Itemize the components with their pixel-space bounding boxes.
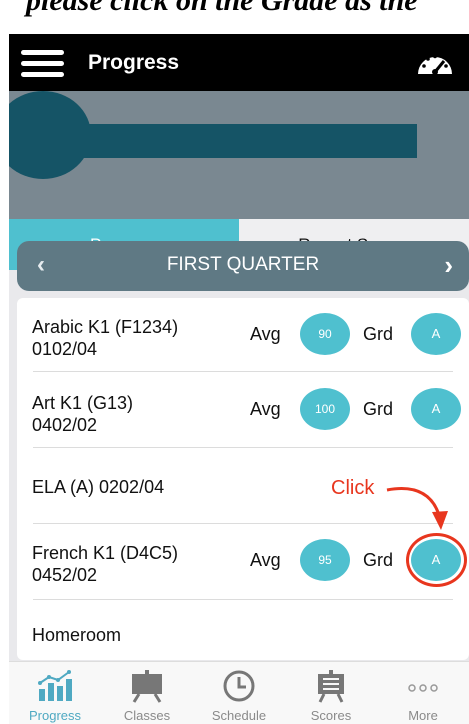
top-bar: Progress bbox=[9, 34, 469, 91]
chevron-right-icon[interactable]: › bbox=[444, 250, 453, 281]
list-item[interactable]: Art K1 (G13) 0402/02 Avg 100 Grd A bbox=[17, 372, 469, 448]
hamburger-icon[interactable] bbox=[21, 50, 64, 77]
nav-label: Schedule bbox=[211, 708, 267, 723]
avg-label: Avg bbox=[250, 399, 281, 419]
student-name-redacted bbox=[9, 124, 417, 158]
bar-chart-icon bbox=[38, 670, 72, 701]
bottom-nav: Progress Classes Schedule Scores More bbox=[9, 661, 469, 724]
scoreboard-icon bbox=[318, 670, 344, 703]
clock-icon bbox=[223, 670, 255, 702]
grd-label: Grd bbox=[363, 550, 394, 570]
avg-badge: 90 bbox=[300, 313, 350, 355]
course-name: Homeroom bbox=[32, 625, 122, 645]
nav-label: More bbox=[408, 708, 438, 723]
course-name: ELA (A) 0202/04 bbox=[32, 477, 165, 497]
nav-classes[interactable]: Classes bbox=[101, 662, 193, 724]
quarter-label: FIRST QUARTER bbox=[166, 254, 320, 275]
more-dots-icon bbox=[408, 684, 438, 692]
avg-label: Avg bbox=[250, 324, 281, 344]
nav-scores[interactable]: Scores bbox=[285, 662, 377, 724]
avg-badge: 95 bbox=[300, 539, 350, 581]
click-annotation: Click bbox=[331, 477, 375, 499]
nav-label: Progress bbox=[28, 708, 82, 723]
speedometer-icon[interactable] bbox=[415, 48, 455, 78]
course-name: Art K1 (G13) bbox=[32, 393, 134, 413]
avg-badge: 100 bbox=[300, 388, 350, 430]
instruction-caption: please click on the Grade as the bbox=[0, 0, 469, 34]
nav-schedule[interactable]: Schedule bbox=[193, 662, 285, 724]
nav-more[interactable]: More bbox=[377, 662, 469, 724]
course-name: Arabic K1 (F1234) bbox=[32, 317, 179, 337]
app-screen: Progress Progress Recent Scores ‹ FIRST … bbox=[9, 34, 469, 724]
grd-label: Grd bbox=[363, 399, 394, 419]
course-list: Arabic K1 (F1234) 0102/04 Avg 90 Grd A A… bbox=[17, 298, 469, 660]
nav-progress[interactable]: Progress bbox=[9, 662, 101, 724]
easel-icon bbox=[132, 670, 162, 703]
list-item[interactable]: Arabic K1 (F1234) 0102/04 Avg 90 Grd A bbox=[17, 298, 469, 372]
quarter-selector: ‹ FIRST QUARTER › bbox=[17, 241, 469, 291]
course-code: 0452/02 bbox=[32, 565, 98, 585]
nav-label: Classes bbox=[123, 708, 171, 723]
highlight-circle bbox=[406, 533, 467, 587]
course-code: 0102/04 bbox=[32, 339, 98, 359]
nav-label: Scores bbox=[310, 708, 352, 723]
list-item[interactable]: Homeroom bbox=[17, 600, 469, 660]
arrow-icon bbox=[386, 487, 448, 530]
course-code: 0402/02 bbox=[32, 415, 98, 435]
grd-label: Grd bbox=[363, 324, 394, 344]
grade-badge[interactable]: A bbox=[411, 313, 461, 355]
instruction-text: please click on the Grade as the bbox=[26, 0, 418, 17]
avg-label: Avg bbox=[250, 550, 281, 570]
course-name: French K1 (D4C5) bbox=[32, 543, 179, 563]
grade-badge[interactable]: A bbox=[411, 388, 461, 430]
page-title: Progress bbox=[88, 51, 180, 74]
profile-banner bbox=[9, 91, 469, 219]
